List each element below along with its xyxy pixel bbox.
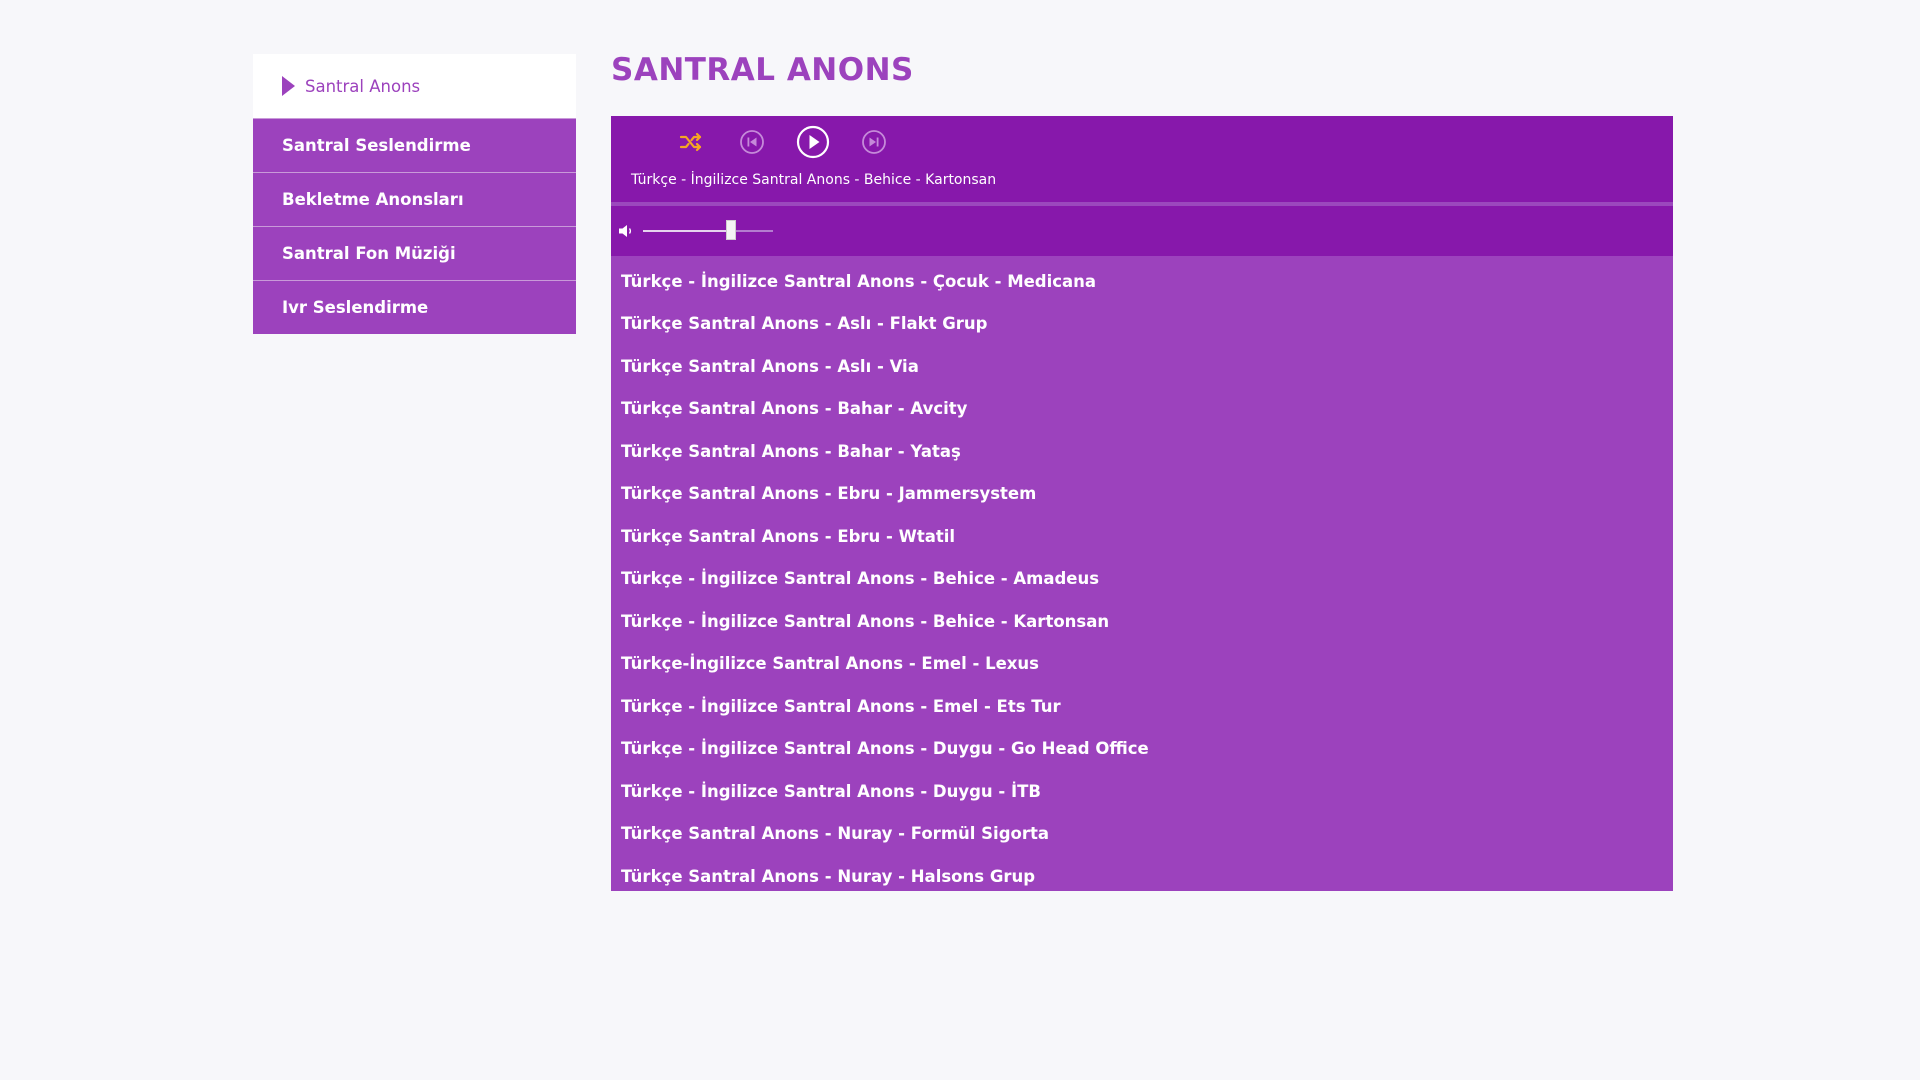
volume-slider-fill [643,230,732,232]
sidebar-item-santral-fon-muzigi[interactable]: Santral Fon Müziği [253,226,576,280]
sidebar-item-bekletme-anonslari[interactable]: Bekletme Anonsları [253,172,576,226]
playlist-track[interactable]: Türkçe - İngilizce Santral Anons - Çocuk… [611,260,1673,303]
playlist-track[interactable]: Türkçe - İngilizce Santral Anons - Behic… [611,558,1673,601]
playlist-track[interactable]: Türkçe Santral Anons - Bahar - Yataş [611,430,1673,473]
playlist-track[interactable]: Türkçe Santral Anons - Ebru - Jammersyst… [611,473,1673,516]
shuffle-button[interactable] [673,124,709,160]
playlist-track[interactable]: Türkçe Santral Anons - Ebru - Wtatil [611,515,1673,558]
volume-control [611,206,1673,256]
page-title: SANTRAL ANONS [611,52,914,88]
now-playing-title: Türkçe - İngilizce Santral Anons - Behic… [631,172,997,188]
previous-icon [740,130,764,154]
audio-player: Türkçe - İngilizce Santral Anons - Behic… [611,116,1673,891]
playlist-track[interactable]: Türkçe - İngilizce Santral Anons - Emel … [611,685,1673,728]
playlist-track[interactable]: Türkçe Santral Anons - Bahar - Avcity [611,388,1673,431]
sidebar-item-santral-seslendirme[interactable]: Santral Seslendirme [253,118,576,172]
volume-slider[interactable] [643,220,773,240]
sidebar-item-label: Santral Seslendirme [282,136,471,155]
playlist-track[interactable]: Türkçe Santral Anons - Nuray - Formül Si… [611,813,1673,856]
playlist-track[interactable]: Türkçe - İngilizce Santral Anons - Behic… [611,600,1673,643]
playlist-track[interactable]: Türkçe - İngilizce Santral Anons - Duygu… [611,728,1673,771]
playlist-track[interactable]: Türkçe Santral Anons - Nuray - Halsons G… [611,855,1673,898]
playlist: Türkçe - İngilizce Santral Anons - Çocuk… [611,256,1673,898]
sidebar-item-ivr-seslendirme[interactable]: Ivr Seslendirme [253,280,576,334]
sidebar-item-label: Ivr Seslendirme [282,298,429,317]
playlist-track[interactable]: Türkçe Santral Anons - Aslı - Via [611,345,1673,388]
playlist-track[interactable]: Türkçe-İngilizce Santral Anons - Emel - … [611,643,1673,686]
control-buttons [673,124,917,160]
page: Santral Anons Santral Seslendirme Beklet… [0,0,1920,1080]
play-button[interactable] [795,124,831,160]
shuffle-icon [679,132,702,152]
sidebar-item-label: Santral Anons [305,76,421,96]
volume-slider-handle[interactable] [726,220,737,240]
previous-button[interactable] [734,124,770,160]
sidebar-item-label: Bekletme Anonsları [282,190,464,209]
sidebar-menu: Santral Anons Santral Seslendirme Beklet… [253,54,576,334]
caret-right-icon [282,76,295,96]
volume-icon[interactable] [617,222,635,240]
playlist-track[interactable]: Türkçe Santral Anons - Aslı - Flakt Grup [611,303,1673,346]
playlist-track[interactable]: Türkçe - İngilizce Santral Anons - Duygu… [611,770,1673,813]
sidebar-item-santral-anons[interactable]: Santral Anons [253,54,576,118]
sidebar-item-label: Santral Fon Müziği [282,244,456,263]
play-icon [796,125,830,159]
player-controls: Türkçe - İngilizce Santral Anons - Behic… [611,116,1673,202]
next-icon [862,130,886,154]
next-button[interactable] [856,124,892,160]
